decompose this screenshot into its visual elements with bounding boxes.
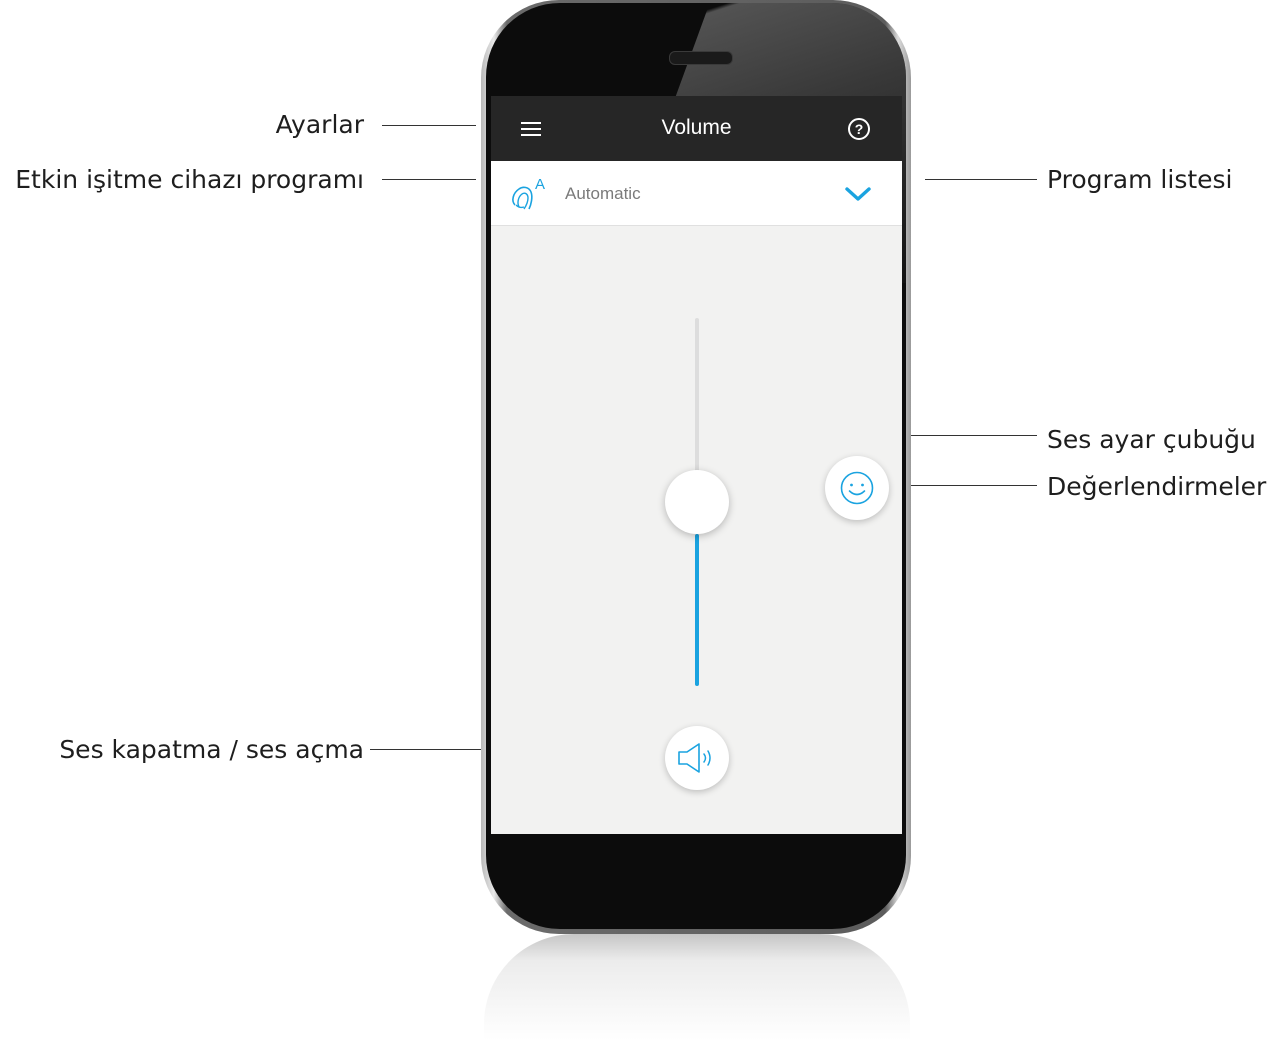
chevron-down-icon[interactable] [844,186,872,202]
speaker-icon [678,743,711,773]
callout-settings: Ayarlar [275,110,364,139]
page-title: Volume [661,116,732,139]
callout-mute-toggle: Ses kapatma / ses açma [59,735,364,764]
program-selector[interactable]: A Automatic [491,161,902,226]
earpiece-speaker [669,51,733,65]
app-screen: Volume ? A Automatic [491,96,902,834]
callout-line-settings [382,125,476,126]
app-header: Volume ? [491,96,902,161]
mute-button[interactable] [665,726,729,790]
callout-line-ratings [897,485,1037,486]
callout-program-list: Program listesi [1047,165,1233,194]
callout-active-program: Etkin işitme cihazı programı [15,165,364,194]
callout-volume-slider: Ses ayar çubuğu [1047,425,1256,454]
phone-reflection [484,934,910,1040]
callout-ratings: Değerlendirmeler [1047,472,1267,501]
rating-button[interactable] [825,456,889,520]
callout-line-active-program [382,179,476,180]
volume-slider-handle[interactable] [665,470,729,534]
volume-track-filled[interactable] [695,534,699,686]
smiley-face-icon [840,471,874,505]
program-badge: A [535,176,545,193]
callout-line-program-list [925,179,1037,180]
help-icon[interactable]: ? [848,118,870,140]
hearing-aid-icon: A [509,175,551,211]
program-name: Automatic [565,184,641,203]
